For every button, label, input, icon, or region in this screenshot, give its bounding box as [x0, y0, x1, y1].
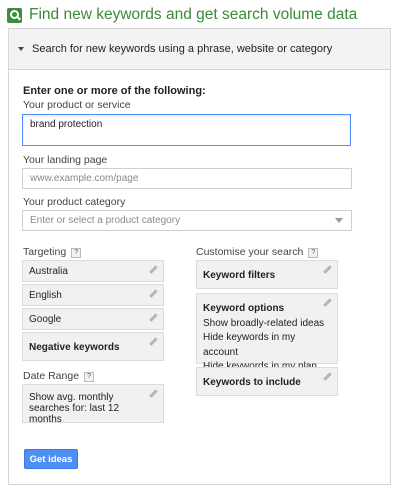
- customise-label-text: Customise your search: [196, 246, 304, 258]
- page-title: Find new keywords and get search volume …: [29, 6, 358, 23]
- edit-pencil-icon[interactable]: [149, 390, 157, 398]
- targeting-language-label: English: [29, 290, 62, 301]
- product-category-label: Your product category: [23, 196, 126, 208]
- targeting-location[interactable]: Australia: [22, 260, 164, 282]
- keywords-to-include-card[interactable]: Keywords to include: [196, 367, 338, 396]
- targeting-language[interactable]: English: [22, 284, 164, 306]
- form-intro: Enter one or more of the following:: [23, 85, 206, 97]
- keyword-filters-label: Keyword filters: [203, 270, 276, 281]
- date-range-value: Show avg. monthly searches for: last 12 …: [29, 392, 120, 425]
- targeting-location-label: Australia: [29, 266, 68, 277]
- help-icon[interactable]: ?: [84, 372, 95, 382]
- product-input[interactable]: brand protection: [22, 114, 351, 146]
- negative-keywords-label: Negative keywords: [29, 342, 120, 353]
- edit-pencil-icon[interactable]: [323, 266, 331, 274]
- landing-page-input[interactable]: www.example.com/page: [22, 168, 352, 189]
- edit-pencil-icon[interactable]: [323, 373, 331, 381]
- product-input-value: brand protection: [30, 119, 103, 130]
- edit-pencil-icon[interactable]: [149, 314, 157, 322]
- search-panel: Search for new keywords using a phrase, …: [8, 28, 391, 485]
- keyword-option-line: Show broadly-related ideas: [203, 317, 325, 329]
- edit-pencil-icon[interactable]: [149, 290, 157, 298]
- help-icon[interactable]: ?: [71, 248, 82, 258]
- section-title[interactable]: Search for new keywords using a phrase, …: [32, 43, 332, 55]
- keyword-options-title: Keyword options: [203, 303, 285, 314]
- keyword-options-card[interactable]: Keyword options Show broadly-related ide…: [196, 293, 338, 372]
- caret-down-icon[interactable]: [18, 47, 24, 51]
- landing-page-label: Your landing page: [23, 154, 108, 166]
- customise-label: Customise your search?: [196, 246, 319, 258]
- targeting-network-label: Google: [29, 314, 62, 325]
- edit-pencil-icon[interactable]: [323, 299, 331, 307]
- get-ideas-button[interactable]: Get ideas: [24, 449, 78, 469]
- chevron-down-icon[interactable]: [335, 218, 343, 223]
- date-range-label: Date Range?: [23, 370, 95, 382]
- product-label: Your product or service: [23, 99, 131, 111]
- targeting-label-text: Targeting: [23, 246, 67, 258]
- targeting-negative-keywords[interactable]: Negative keywords: [22, 332, 164, 361]
- section-header[interactable]: Search for new keywords using a phrase, …: [9, 29, 390, 70]
- edit-pencil-icon[interactable]: [149, 266, 157, 274]
- keyword-filters-card[interactable]: Keyword filters: [196, 260, 338, 289]
- targeting-network[interactable]: Google: [22, 308, 164, 330]
- landing-page-placeholder: www.example.com/page: [30, 173, 139, 184]
- date-range-card[interactable]: Show avg. monthly searches for: last 12 …: [22, 384, 164, 425]
- search-icon: [7, 7, 22, 23]
- help-icon[interactable]: ?: [308, 248, 319, 258]
- date-range-label-text: Date Range: [23, 370, 80, 382]
- page-header: Find new keywords and get search volume …: [7, 5, 357, 25]
- product-category-placeholder: Enter or select a product category: [30, 215, 181, 226]
- keyword-option-line: Hide keywords in my account: [203, 332, 296, 358]
- product-category-select[interactable]: Enter or select a product category: [22, 210, 352, 231]
- keywords-to-include-label: Keywords to include: [203, 377, 301, 388]
- targeting-label: Targeting?: [23, 246, 82, 258]
- edit-pencil-icon[interactable]: [149, 338, 157, 346]
